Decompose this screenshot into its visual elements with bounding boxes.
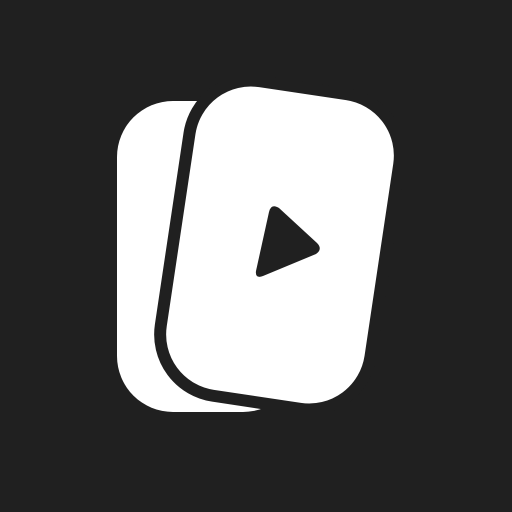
video-cards-play-icon	[0, 0, 512, 512]
app-icon	[0, 0, 512, 512]
